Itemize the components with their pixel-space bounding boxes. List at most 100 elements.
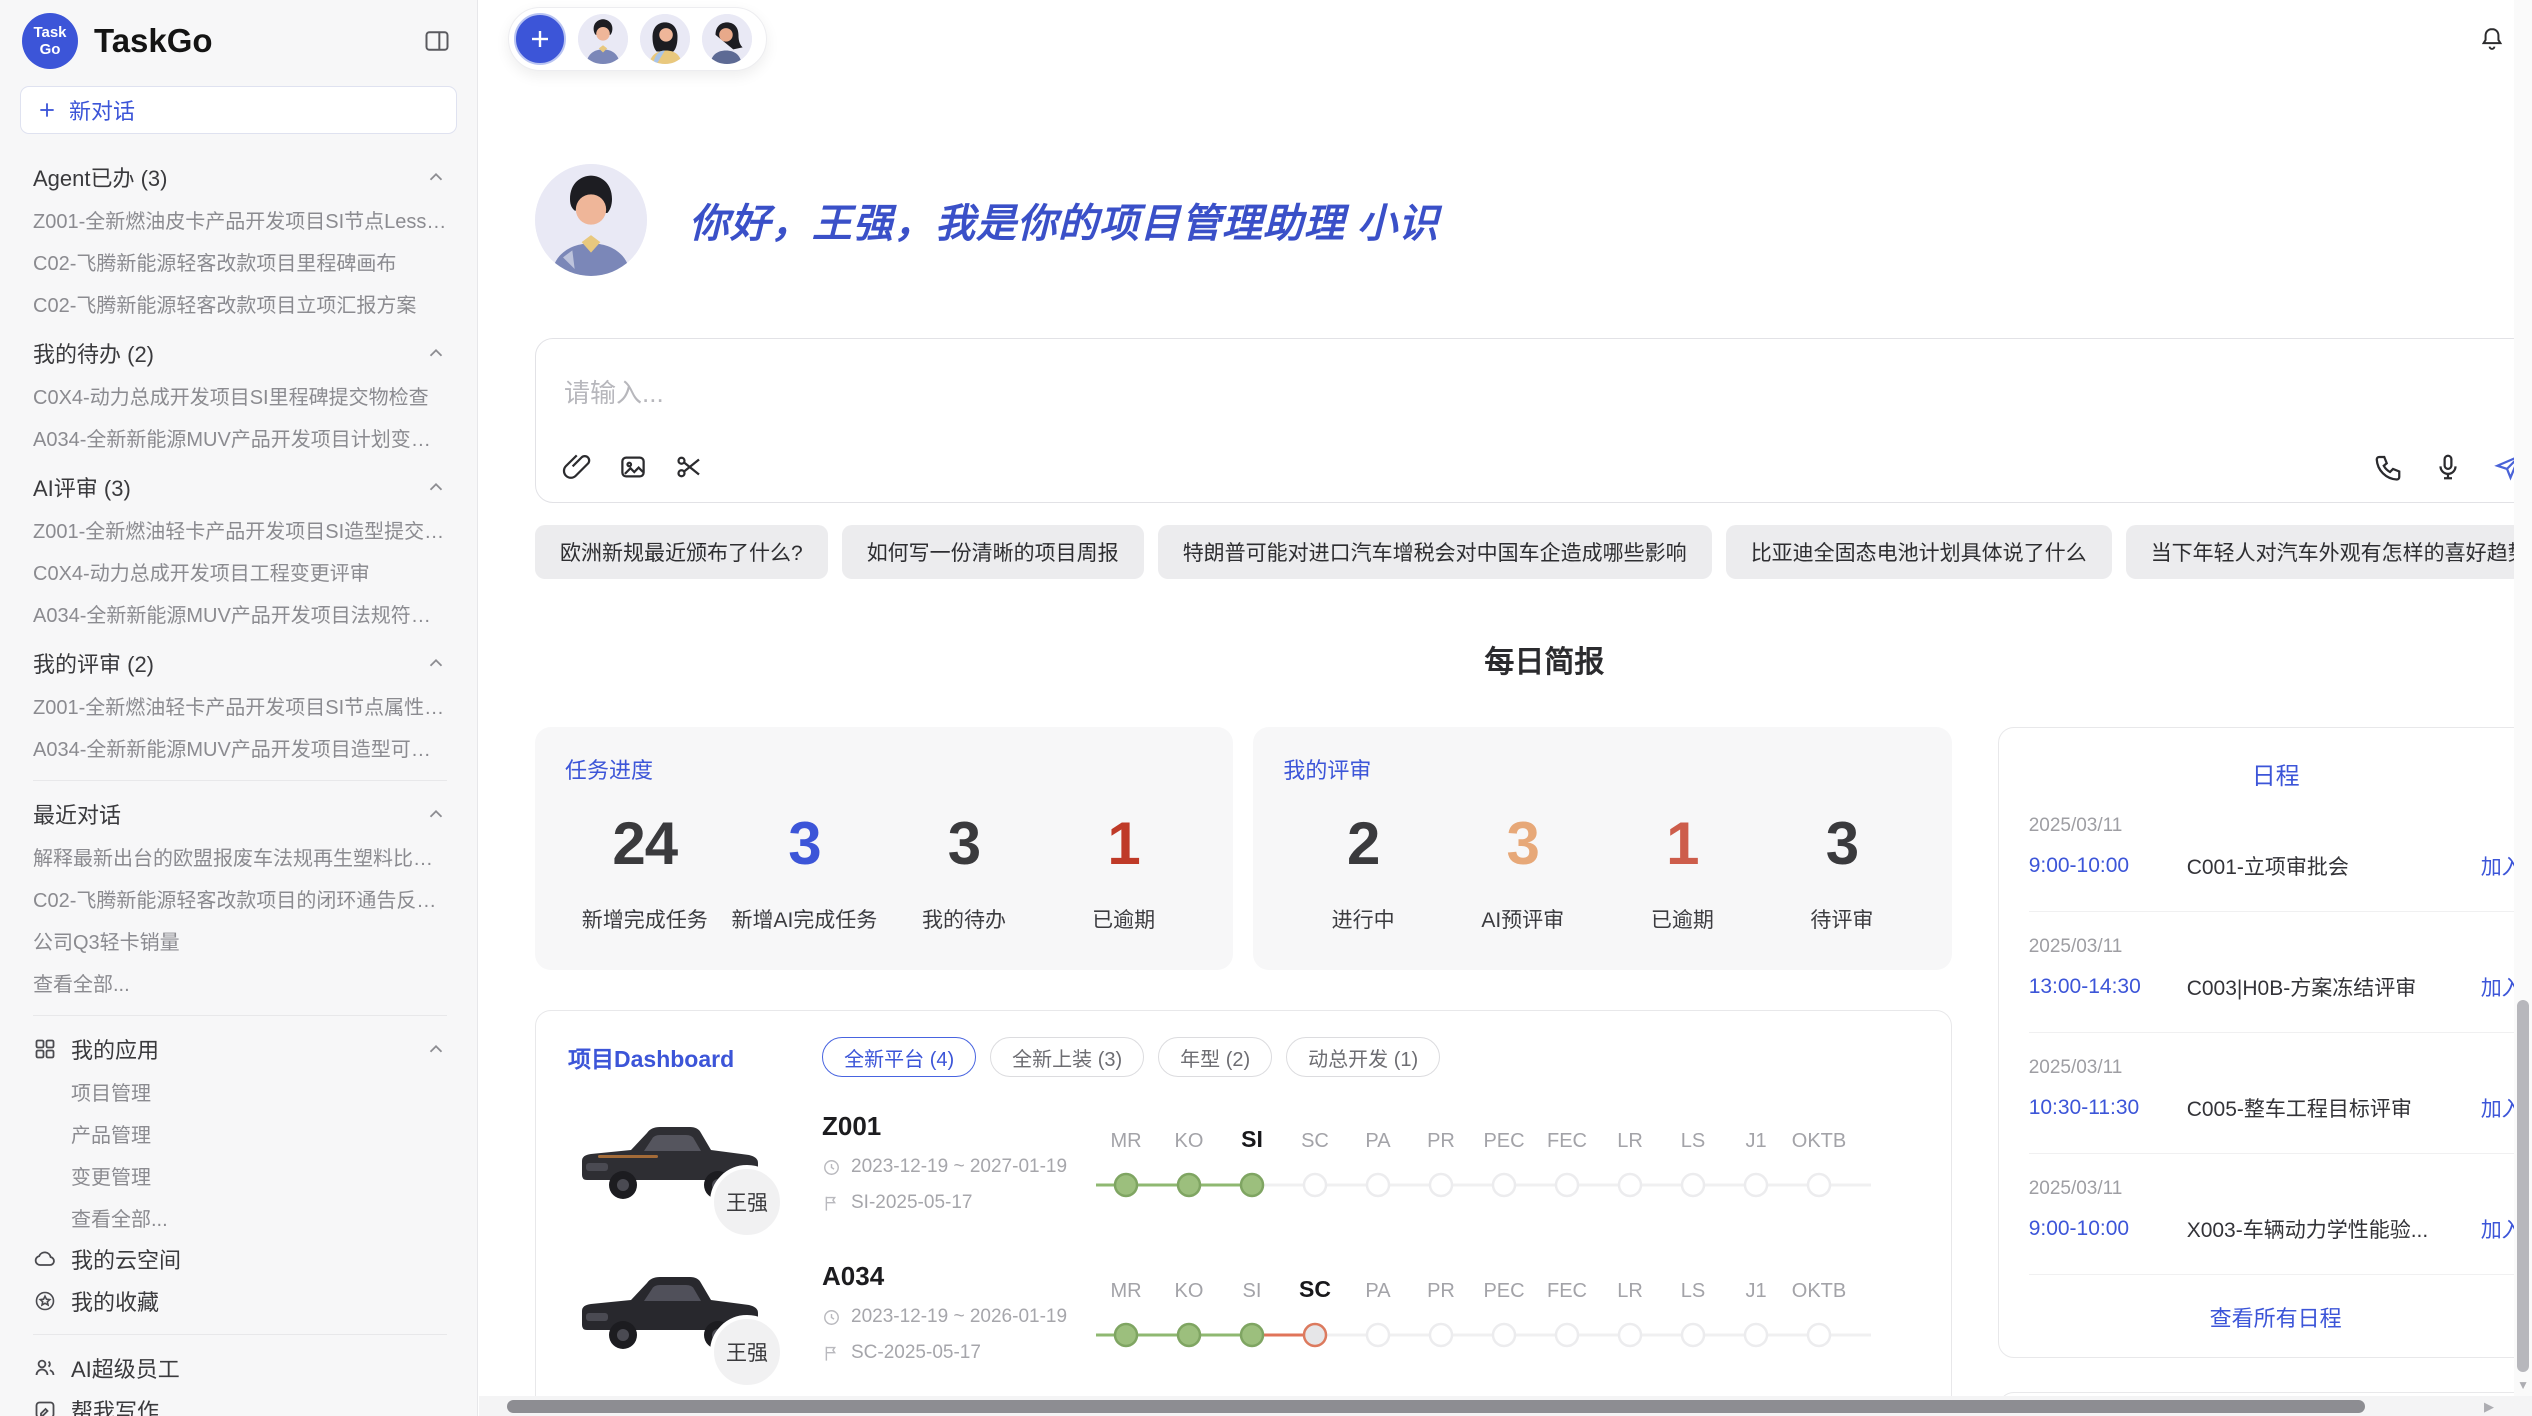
apps-view-all[interactable]: 查看全部... [71, 1203, 168, 1232]
schedule-item: 2025/03/11 9:00-10:00 C001-立项审批会 加入 [2029, 791, 2523, 912]
sidebar-item[interactable]: Z001-全新燃油轻卡产品开发项目SI造型提交物评审 [33, 515, 447, 544]
horizontal-scrollbar[interactable]: ▶ [479, 1396, 2532, 1416]
app-item-project-mgmt[interactable]: 项目管理 [71, 1077, 151, 1106]
milestone-label: PEC [1483, 1130, 1524, 1152]
sidebar-ai-super-staff[interactable]: AI超级员工 [33, 1347, 447, 1389]
project-row-z001[interactable]: 王强 Z001 2023-12-19 ~ 2027-01-19 SI-2025-… [568, 1111, 1919, 1227]
stat-value: 1 [1603, 809, 1763, 878]
sidebar-cloud-space[interactable]: 我的云空间 [33, 1238, 447, 1280]
sidebar-favorites[interactable]: 我的收藏 [33, 1280, 447, 1322]
view-all-schedule-link[interactable]: 查看所有日程 [2029, 1301, 2523, 1333]
recent-item[interactable]: C02-飞腾新能源轻客改款项目的闭环通告反馈情况 [33, 884, 447, 913]
topbar: 王强 [478, 0, 2532, 68]
suggestion-chip[interactable]: 特朗普可能对进口汽车增税会对中国车企造成哪些影响 [1158, 525, 1712, 579]
milestone-label: J1 [1745, 1130, 1766, 1152]
chevron-up-icon[interactable] [425, 166, 447, 188]
sidebar-item[interactable]: Z001-全新燃油皮卡产品开发项目SI节点Lesson Learn报告 [33, 205, 447, 234]
sidebar-item[interactable]: A034-全新新能源MUV产品开发项目法规符合性评审 [33, 599, 447, 628]
image-icon[interactable] [618, 452, 648, 482]
milestone-rail: MR KO SI SC PA PR PEC FEC LR LS J1 [1096, 1261, 1919, 1377]
vertical-scrollbar[interactable]: ▼ [2514, 0, 2532, 1396]
project-code: Z001 [822, 1111, 1090, 1142]
schedule-card: 日程 2025/03/11 9:00-10:00 C001-立项审批会 加入 2… [1998, 727, 2532, 1358]
section-title: Agent已办 (3) [33, 161, 168, 193]
vertical-scrollbar-thumb[interactable] [2517, 1000, 2529, 1372]
suggestion-chip[interactable]: 如何写一份清晰的项目周报 [842, 525, 1144, 579]
schedule-item: 2025/03/11 13:00-14:30 C003|H0B-方案冻结评审 加… [2029, 912, 2523, 1033]
suggestion-chip[interactable]: 当下年轻人对汽车外观有怎样的喜好趋势 [2126, 525, 2532, 579]
chevron-up-icon[interactable] [425, 476, 447, 498]
tab-powertrain[interactable]: 动总开发 (1) [1286, 1037, 1440, 1077]
recent-view-all[interactable]: 查看全部... [33, 968, 130, 997]
schedule-date: 2025/03/11 [2029, 1178, 2523, 1200]
tab-model-year[interactable]: 年型 (2) [1158, 1037, 1272, 1077]
chevron-up-icon[interactable] [425, 652, 447, 674]
sidebar-help-write[interactable]: 帮我写作 [33, 1389, 447, 1416]
sidebar-section-my-review[interactable]: 我的评审 (2) [33, 642, 447, 684]
new-chat-button[interactable]: 新对话 [20, 86, 457, 134]
dashboard-title: 项目Dashboard [568, 1040, 734, 1074]
notification-bell-icon[interactable] [2478, 25, 2506, 53]
chevron-up-icon[interactable] [425, 803, 447, 825]
horizontal-scrollbar-thumb[interactable] [507, 1400, 2365, 1413]
sidebar-section-recent[interactable]: 最近对话 [33, 793, 447, 835]
sidebar-item[interactable]: A034-全新新能源MUV产品开发项目计划变更表编写 [33, 423, 447, 452]
scroll-right-arrow[interactable]: ▶ [2484, 1399, 2494, 1415]
greeting-text: 你好，王强，我是你的项目管理助理 小识 [689, 191, 1439, 249]
sidebar-my-apps[interactable]: 我的应用 [33, 1028, 447, 1070]
logo-line2: Go [40, 41, 61, 58]
dashboard-tabs: 全新平台 (4) 全新上装 (3) 年型 (2) 动总开发 (1) [822, 1037, 1440, 1077]
suggestion-chip[interactable]: 欧洲新规最近颁布了什么? [535, 525, 828, 579]
microphone-icon[interactable] [2433, 452, 2463, 482]
project-image: 王强 [568, 1261, 780, 1367]
sidebar-item[interactable]: C02-飞腾新能源轻客改款项目里程碑画布 [33, 247, 396, 276]
flag-icon [822, 1344, 841, 1363]
sidebar-item[interactable]: C0X4-动力总成开发项目SI里程碑提交物检查 [33, 381, 429, 410]
chevron-up-icon[interactable] [425, 342, 447, 364]
avatar[interactable] [702, 14, 752, 64]
stat-label: 已逾期 [1044, 904, 1204, 934]
scissors-icon[interactable] [674, 452, 704, 482]
recent-item[interactable]: 公司Q3轻卡销量 [33, 926, 180, 955]
stat-label: 我的待办 [884, 904, 1044, 934]
milestone-rail-wrap: MR KO SI SC PA PR PEC FEC LR LS J1 [1096, 1261, 1919, 1377]
sidebar-section-agent-done[interactable]: Agent已办 (3) [33, 156, 447, 198]
apps-grid-icon [33, 1037, 57, 1061]
sidebar-item[interactable]: Z001-全新燃油轻卡产品开发项目SI节点属性5D文件评审 [33, 691, 447, 720]
milestone-label: MR [1110, 1280, 1141, 1302]
sidebar-section-my-todo[interactable]: 我的待办 (2) [33, 332, 447, 374]
schedule-event-title: C001-立项审批会 [2187, 851, 2467, 881]
daily-briefing-header: 每日简报 [535, 637, 2532, 681]
project-dates-text: 2023-12-19 ~ 2027-01-19 [851, 1156, 1067, 1178]
milestone-label: LS [1681, 1130, 1705, 1152]
divider [33, 1334, 447, 1335]
project-row-a034[interactable]: 王强 A034 2023-12-19 ~ 2026-01-19 SC-2025-… [568, 1261, 1919, 1377]
avatar[interactable] [578, 14, 628, 64]
add-agent-button[interactable] [514, 13, 566, 65]
chevron-up-icon[interactable] [425, 1038, 447, 1060]
sidebar-item[interactable]: A034-全新新能源MUV产品开发项目造型可行性评审 [33, 733, 447, 762]
input-toolbar-right [2373, 452, 2523, 482]
my-review-card: 我的评审 2进行中 3AI预评审 1已逾期 3待评审 [1253, 727, 1951, 970]
chat-input-card[interactable]: 请输入... [535, 338, 2532, 503]
recent-item[interactable]: 解释最新出台的欧盟报废车法规再生塑料比例被调至15%... [33, 842, 447, 871]
avatar[interactable] [640, 14, 690, 64]
tab-new-platform[interactable]: 全新平台 (4) [822, 1037, 976, 1077]
project-milestone-date: SC-2025-05-17 [822, 1342, 1090, 1364]
tab-new-body[interactable]: 全新上装 (3) [990, 1037, 1144, 1077]
agent-avatar-pill [508, 7, 767, 71]
section-title: 我的评审 (2) [33, 647, 154, 679]
sidebar-item[interactable]: C0X4-动力总成开发项目工程变更评审 [33, 557, 370, 586]
suggestion-chip[interactable]: 比亚迪全固态电池计划具体说了什么 [1726, 525, 2112, 579]
phone-icon[interactable] [2373, 452, 2403, 482]
milestone-label: MR [1110, 1130, 1141, 1152]
app-item-product-mgmt[interactable]: 产品管理 [71, 1119, 151, 1148]
sidebar-item[interactable]: C02-飞腾新能源轻客改款项目立项汇报方案 [33, 289, 416, 318]
milestone-label: LS [1681, 1280, 1705, 1302]
sidebar-section-ai-review[interactable]: AI评审 (3) [33, 466, 447, 508]
scroll-down-arrow[interactable]: ▼ [2517, 1378, 2529, 1392]
schedule-item: 2025/03/11 9:00-10:00 X003-车辆动力学性能验... 加… [2029, 1154, 2523, 1275]
app-item-change-mgmt[interactable]: 变更管理 [71, 1161, 151, 1190]
attachment-icon[interactable] [562, 452, 592, 482]
sidebar-collapse-icon[interactable] [423, 27, 451, 55]
